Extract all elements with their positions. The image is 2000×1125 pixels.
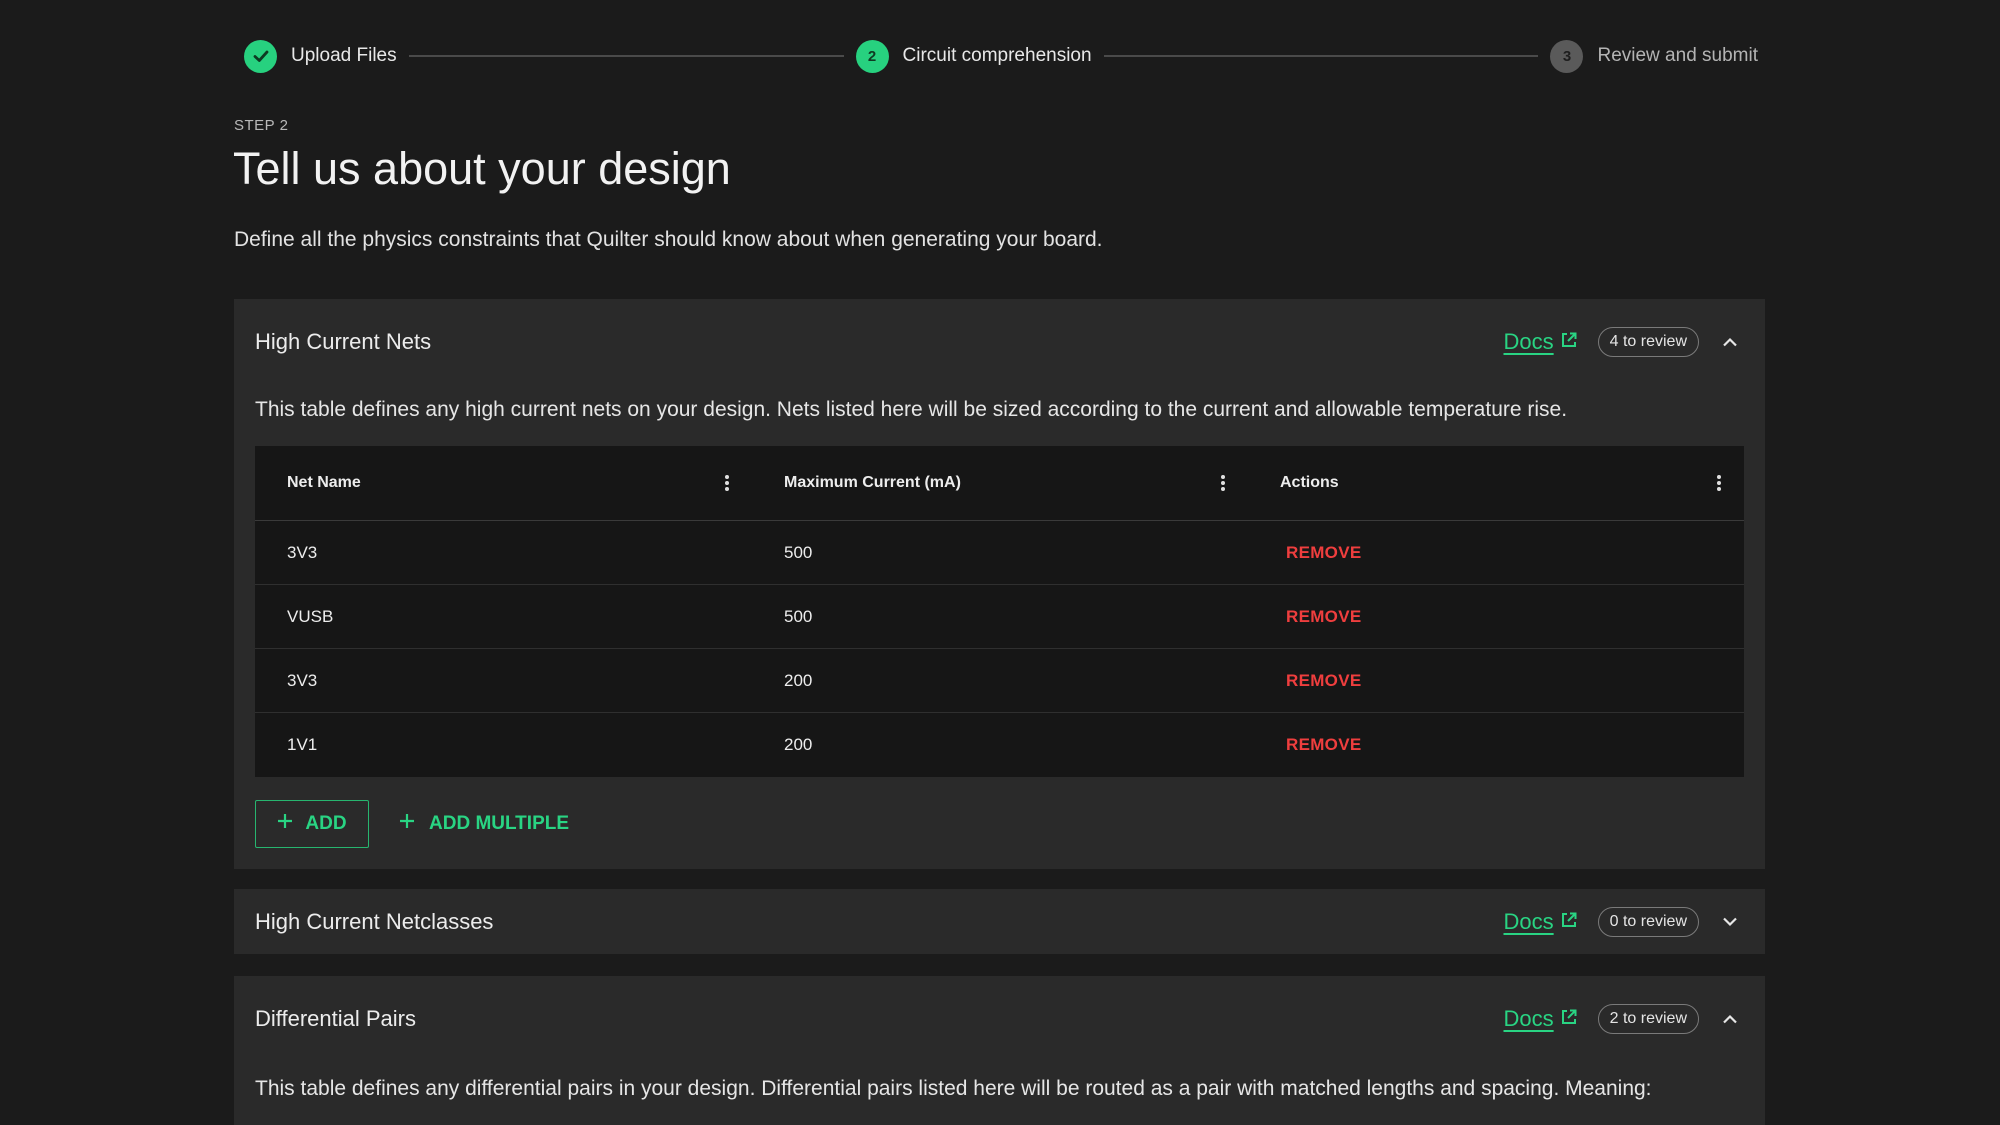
review-count-badge: 0 to review <box>1597 906 1699 937</box>
table-row: VUSB 500 REMOVE <box>255 585 1744 649</box>
plus-icon <box>277 813 293 835</box>
add-actions: ADD ADD MULTIPLE <box>255 800 569 848</box>
column-header-actions: Actions <box>1248 446 1744 520</box>
actions-cell: REMOVE <box>1248 713 1744 777</box>
column-menu-icon[interactable] <box>1714 472 1724 494</box>
column-menu-icon[interactable] <box>722 472 732 494</box>
progress-stepper: Upload Files 2 Circuit comprehension 3 R… <box>244 38 1758 74</box>
plus-icon <box>399 813 415 835</box>
column-menu-icon[interactable] <box>1218 472 1228 494</box>
step-label: Upload Files <box>291 45 397 66</box>
panel-title: High Current Netclasses <box>255 908 494 934</box>
panel-tools: Docs 0 to review <box>1504 906 1742 937</box>
add-multiple-label: ADD MULTIPLE <box>429 813 570 834</box>
page-title: Tell us about your design <box>233 143 731 194</box>
net-name-cell: 1V1 <box>287 735 318 754</box>
docs-label: Docs <box>1503 1006 1554 1031</box>
panel-high-current-netclasses: High Current Netclasses Docs 0 to review <box>234 889 1765 954</box>
step-label: Circuit comprehension <box>902 45 1092 66</box>
step-upload-files[interactable]: Upload Files <box>244 39 397 73</box>
panel-title: High Current Nets <box>255 329 432 354</box>
panel-header[interactable]: Differential Pairs Docs 2 to review <box>234 976 1765 1062</box>
page-subtitle: Define all the physics constraints that … <box>234 228 1103 251</box>
table-row: 3V3 500 REMOVE <box>255 521 1744 585</box>
panel-tools: Docs 2 to review <box>1504 1004 1742 1034</box>
check-icon <box>244 39 277 73</box>
external-link-icon <box>1560 1006 1578 1032</box>
column-header-max-current: Maximum Current (mA) <box>752 446 1248 520</box>
panel-description: This table defines any differential pair… <box>255 1077 1652 1100</box>
panel-differential-pairs: Differential Pairs Docs 2 to review This… <box>234 976 1765 1125</box>
step-number: 3 <box>1550 39 1584 73</box>
docs-link[interactable]: Docs <box>1504 329 1578 355</box>
external-link-icon <box>1560 329 1578 355</box>
remove-button[interactable]: REMOVE <box>1286 543 1361 563</box>
panel-title: Differential Pairs <box>255 1006 416 1031</box>
panel-header[interactable]: High Current Nets Docs 4 to review <box>234 299 1765 385</box>
max-current-cell: 200 <box>784 735 813 754</box>
column-header-net-name: Net Name <box>255 446 752 520</box>
table-row: 1V1 200 REMOVE <box>255 713 1744 777</box>
actions-cell: REMOVE <box>1248 585 1744 648</box>
remove-button[interactable]: REMOVE <box>1286 607 1361 627</box>
step-review-submit[interactable]: 3 Review and submit <box>1550 39 1759 73</box>
review-count-badge: 2 to review <box>1597 1004 1699 1034</box>
table-row: 3V3 200 REMOVE <box>255 649 1744 713</box>
remove-button[interactable]: REMOVE <box>1286 671 1361 691</box>
net-name-cell: 3V3 <box>287 542 318 562</box>
step-connector <box>1103 55 1539 57</box>
docs-label: Docs <box>1503 329 1554 354</box>
step-eyebrow: STEP 2 <box>234 117 289 134</box>
panel-description: This table defines any high current nets… <box>255 398 1568 421</box>
chevron-up-icon[interactable] <box>1719 1008 1741 1030</box>
docs-label: Docs <box>1503 908 1554 934</box>
add-button[interactable]: ADD <box>255 800 369 848</box>
step-label: Review and submit <box>1597 45 1759 66</box>
docs-link[interactable]: Docs <box>1504 909 1578 935</box>
step-connector <box>408 55 844 57</box>
actions-cell: REMOVE <box>1248 649 1744 712</box>
max-current-cell: 500 <box>784 542 813 562</box>
remove-button[interactable]: REMOVE <box>1286 735 1361 755</box>
table-header-row: Net Name Maximum Current (mA) Actions <box>255 446 1744 521</box>
max-current-cell: 200 <box>784 670 813 690</box>
step-number: 2 <box>855 39 889 73</box>
max-current-cell: 500 <box>784 606 813 626</box>
net-name-cell: VUSB <box>287 606 334 626</box>
add-label: ADD <box>305 813 347 834</box>
high-current-nets-table: Net Name Maximum Current (mA) Actions 3V… <box>255 446 1744 777</box>
net-name-cell: 3V3 <box>287 670 318 690</box>
panel-tools: Docs 4 to review <box>1504 327 1742 357</box>
chevron-up-icon[interactable] <box>1719 331 1741 353</box>
external-link-icon <box>1560 909 1578 935</box>
actions-cell: REMOVE <box>1248 521 1744 584</box>
docs-link[interactable]: Docs <box>1504 1006 1578 1032</box>
review-count-badge: 4 to review <box>1597 327 1699 357</box>
step-circuit-comprehension[interactable]: 2 Circuit comprehension <box>855 39 1092 73</box>
add-multiple-button[interactable]: ADD MULTIPLE <box>399 813 569 835</box>
panel-high-current-nets: High Current Nets Docs 4 to review This … <box>234 299 1765 869</box>
chevron-down-icon[interactable] <box>1719 911 1741 933</box>
panel-header[interactable]: High Current Netclasses Docs 0 to review <box>234 889 1765 954</box>
